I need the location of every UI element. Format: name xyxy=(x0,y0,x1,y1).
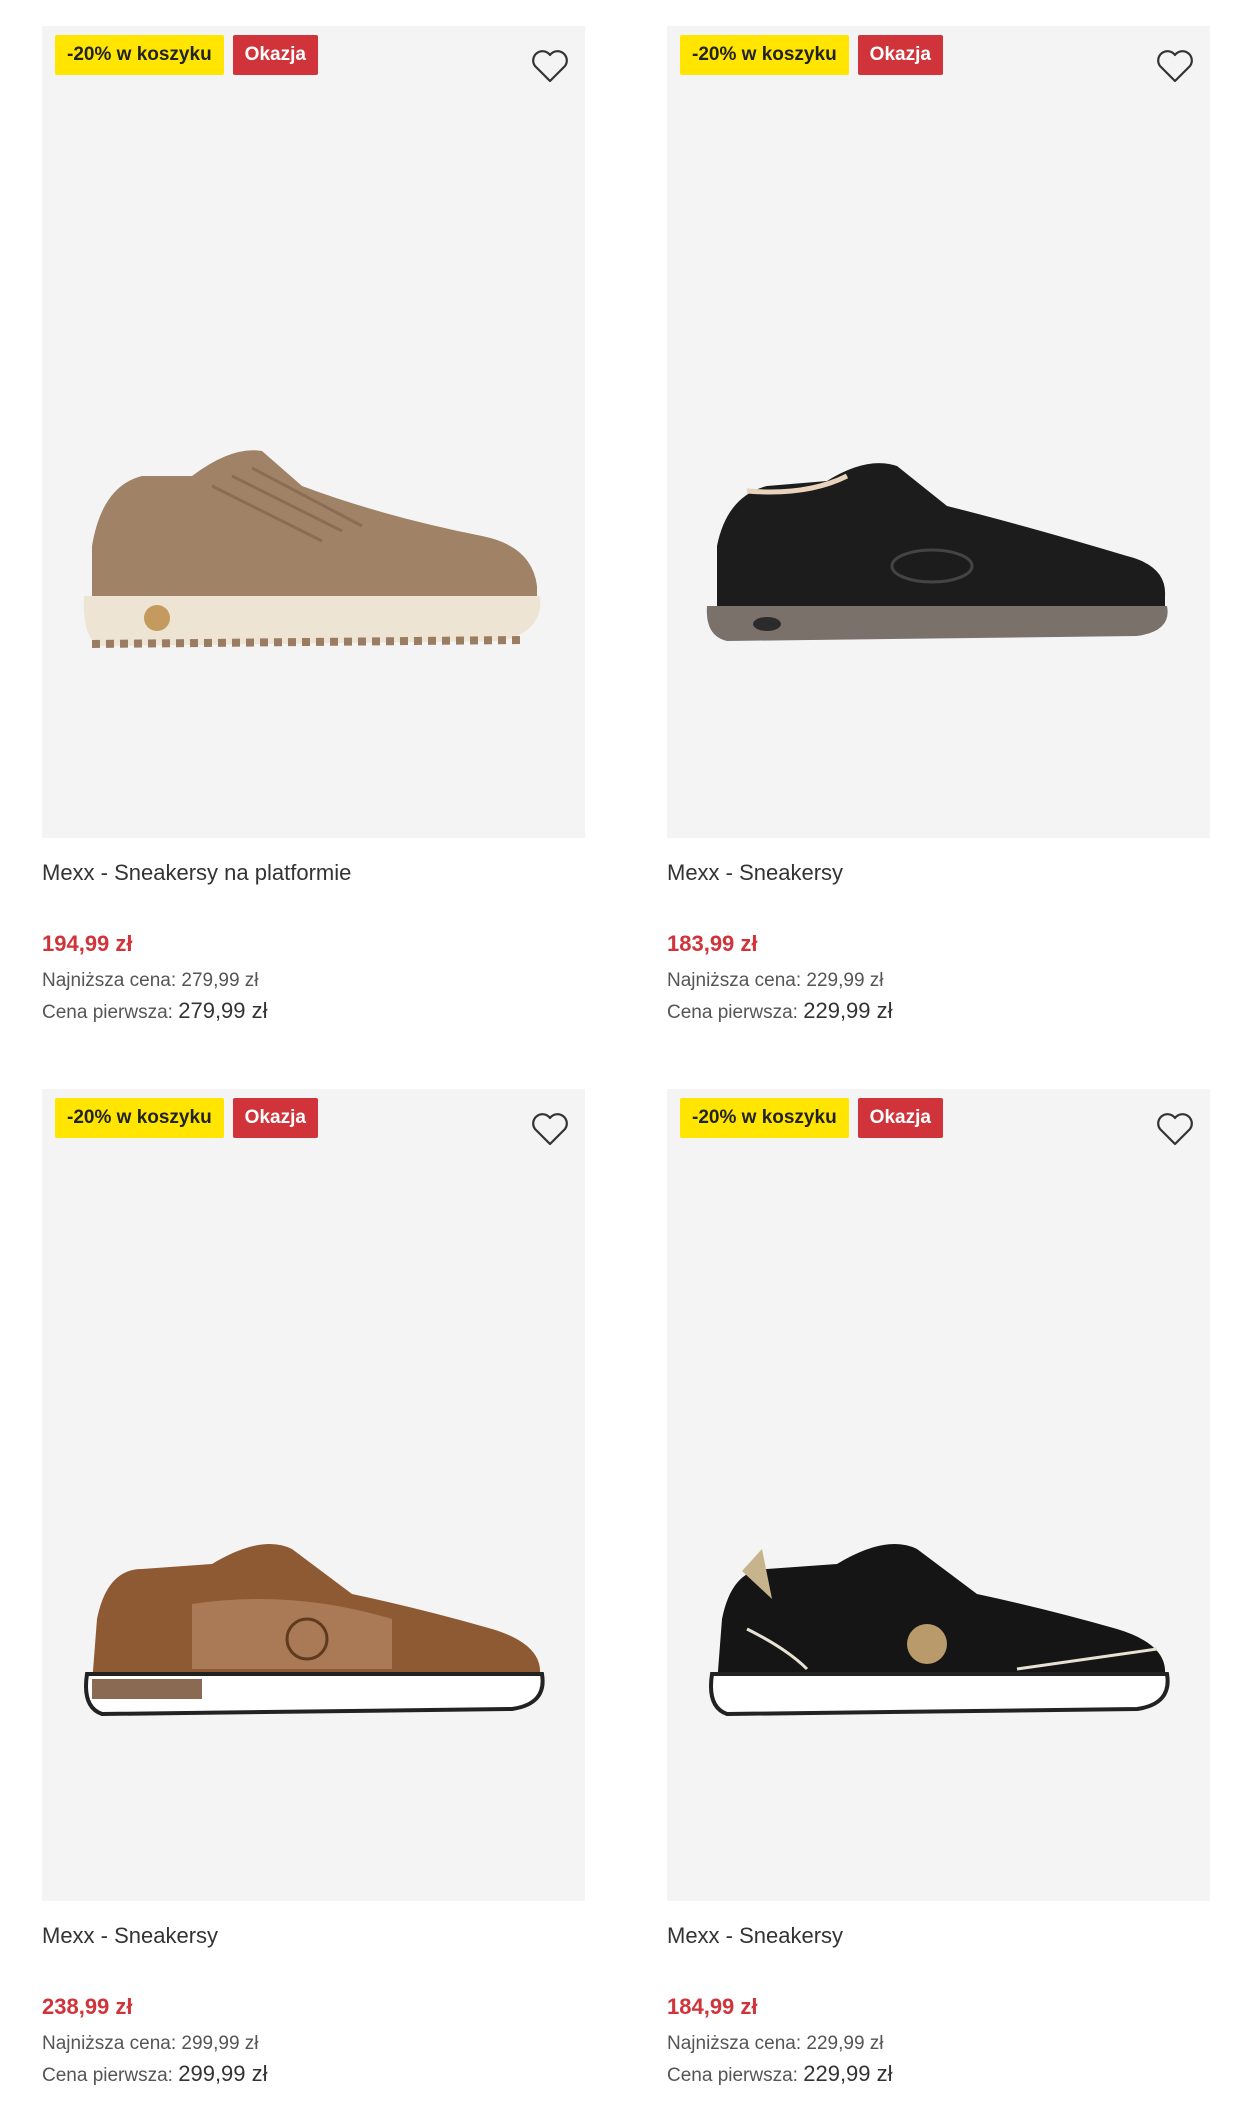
heart-icon[interactable] xyxy=(1154,1109,1196,1149)
first-price: Cena pierwsza: 279,99 zł xyxy=(42,996,585,1028)
lowest-price-value: 299,99 zł xyxy=(181,2033,259,2054)
sale-badge: Okazja xyxy=(857,1098,943,1138)
lowest-price-value: 279,99 zł xyxy=(181,970,259,991)
first-price-label: Cena pierwsza: xyxy=(42,1002,173,1023)
sneaker-image xyxy=(84,1544,545,1717)
discount-badge: -20% w koszyku xyxy=(680,35,849,75)
first-price-value: 279,99 zł xyxy=(178,998,268,1023)
lowest-price: Najniższa cena: 279,99 zł xyxy=(42,966,585,996)
first-price: Cena pierwsza: 229,99 zł xyxy=(667,2059,1210,2091)
product-image[interactable]: -20% w koszyku Okazja xyxy=(667,26,1210,838)
lowest-price-label: Najniższa cena: xyxy=(667,2033,802,2054)
first-price-value: 229,99 zł xyxy=(803,2061,893,2086)
lowest-price-label: Najniższa cena: xyxy=(42,970,177,991)
heart-icon[interactable] xyxy=(1154,46,1196,86)
sneaker-image xyxy=(709,1544,1170,1717)
lowest-price: Najniższa cena: 299,99 zł xyxy=(42,2029,585,2059)
lowest-price-label: Najniższa cena: xyxy=(667,970,802,991)
product-name[interactable]: Mexx - Sneakersy xyxy=(667,1921,1210,1951)
lowest-price-value: 229,99 zł xyxy=(806,970,884,991)
first-price-label: Cena pierwsza: xyxy=(667,2065,798,2086)
lowest-price-label: Najniższa cena: xyxy=(42,2033,177,2054)
product-price: 183,99 zł xyxy=(667,931,758,956)
lowest-price: Najniższa cena: 229,99 zł xyxy=(667,2029,1210,2059)
first-price-label: Cena pierwsza: xyxy=(667,1002,798,1023)
product-name[interactable]: Mexx - Sneakersy na platformie xyxy=(42,858,585,888)
sneaker-image xyxy=(83,450,541,648)
sale-badge: Okazja xyxy=(232,1098,318,1138)
heart-icon[interactable] xyxy=(529,46,571,86)
first-price: Cena pierwsza: 299,99 zł xyxy=(42,2059,585,2091)
product-card[interactable]: -20% w koszyku Okazja Mexx - Sneakersy 1… xyxy=(667,1089,1210,2091)
sneaker-image xyxy=(706,463,1168,641)
product-price: 184,99 zł xyxy=(667,1994,758,2019)
discount-badge: -20% w koszyku xyxy=(680,1098,849,1138)
product-image[interactable]: -20% w koszyku Okazja xyxy=(42,1089,585,1901)
discount-badge: -20% w koszyku xyxy=(55,1098,224,1138)
product-name[interactable]: Mexx - Sneakersy xyxy=(42,1921,585,1951)
product-name[interactable]: Mexx - Sneakersy xyxy=(667,858,1210,888)
product-card[interactable]: -20% w koszyku Okazja Mexx - Sneakersy n… xyxy=(42,26,585,1028)
product-card[interactable]: -20% w koszyku Okazja Mexx - Sneakersy 2… xyxy=(42,1089,585,2091)
first-price-value: 229,99 zł xyxy=(803,998,893,1023)
product-image[interactable]: -20% w koszyku Okazja xyxy=(42,26,585,838)
heart-icon[interactable] xyxy=(529,1109,571,1149)
product-image[interactable]: -20% w koszyku Okazja xyxy=(667,1089,1210,1901)
first-price: Cena pierwsza: 229,99 zł xyxy=(667,996,1210,1028)
lowest-price-value: 229,99 zł xyxy=(806,2033,884,2054)
lowest-price: Najniższa cena: 229,99 zł xyxy=(667,966,1210,996)
product-price: 194,99 zł xyxy=(42,931,133,956)
product-price: 238,99 zł xyxy=(42,1994,133,2019)
product-card[interactable]: -20% w koszyku Okazja Mexx - Sneakersy 1… xyxy=(667,26,1210,1028)
sale-badge: Okazja xyxy=(857,35,943,75)
first-price-label: Cena pierwsza: xyxy=(42,2065,173,2086)
discount-badge: -20% w koszyku xyxy=(55,35,224,75)
first-price-value: 299,99 zł xyxy=(178,2061,268,2086)
sale-badge: Okazja xyxy=(232,35,318,75)
